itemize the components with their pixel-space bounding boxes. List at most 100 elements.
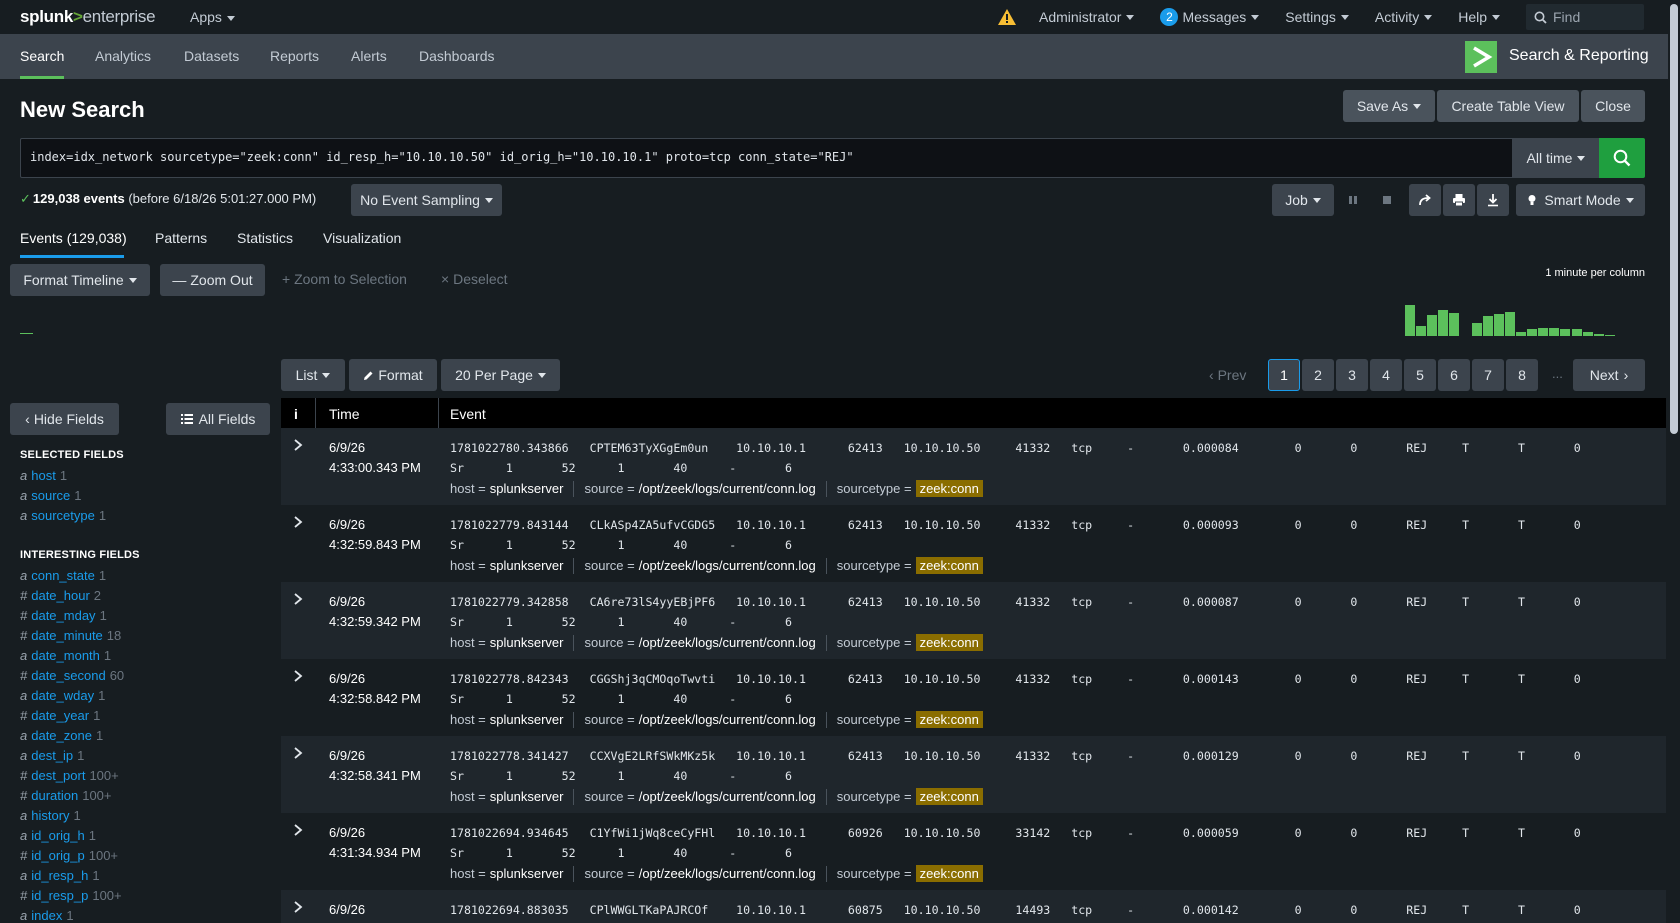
field-name[interactable]: date_second [31, 668, 105, 683]
app-logo[interactable] [1465, 41, 1497, 73]
tab-patterns[interactable]: Patterns [155, 230, 207, 246]
field-name[interactable]: id_orig_p [31, 848, 85, 863]
source-value[interactable]: /opt/zeek/logs/current/conn.log [639, 481, 816, 496]
timeline-bar[interactable] [1427, 315, 1438, 336]
zoom-to-selection-link[interactable]: + Zoom to Selection [282, 271, 407, 287]
nav-alerts[interactable]: Alerts [351, 48, 387, 64]
share-button[interactable] [1409, 184, 1441, 216]
field-name[interactable]: id_resp_p [31, 888, 88, 903]
format-timeline-button[interactable]: Format Timeline [10, 264, 150, 296]
search-button[interactable] [1599, 138, 1645, 178]
timeline-bar[interactable] [1593, 334, 1604, 336]
help-menu[interactable]: Help [1458, 9, 1500, 25]
prev-page-link[interactable]: ‹ Prev [1209, 367, 1246, 383]
field-item-id_orig_p[interactable]: # id_orig_p 100+ [20, 848, 118, 863]
page-7-button[interactable]: 7 [1472, 359, 1504, 391]
page-2-button[interactable]: 2 [1302, 359, 1334, 391]
timeline-bar[interactable] [1538, 328, 1549, 336]
list-view-dropdown[interactable]: List [281, 359, 345, 391]
source-value[interactable]: /opt/zeek/logs/current/conn.log [639, 635, 816, 650]
host-value[interactable]: splunkserver [490, 866, 564, 881]
page-3-button[interactable]: 3 [1336, 359, 1368, 391]
event-row[interactable]: 6/9/26 4:31:34.934 PM 1781022694.934645 C1… [281, 813, 1666, 890]
field-name[interactable]: date_hour [31, 588, 90, 603]
field-item-dest_port[interactable]: # dest_port 100+ [20, 768, 119, 783]
expand-chevron-icon[interactable] [292, 746, 304, 760]
field-item-duration[interactable]: # duration 100+ [20, 788, 112, 803]
field-item-conn_state[interactable]: a conn_state 1 [20, 568, 106, 583]
field-name[interactable]: date_mday [31, 608, 95, 623]
expand-chevron-icon[interactable] [292, 592, 304, 606]
field-name[interactable]: duration [31, 788, 78, 803]
page-8-button[interactable]: 8 [1506, 359, 1538, 391]
zoom-out-button[interactable]: — Zoom Out [160, 264, 265, 296]
field-item-date_month[interactable]: a date_month 1 [20, 648, 111, 663]
event-row[interactable]: 6/9/26 4:32:59.843 PM 1781022779.843144 CL… [281, 505, 1666, 582]
field-item-date_minute[interactable]: # date_minute 18 [20, 628, 121, 643]
timeline-bar[interactable] [1416, 326, 1427, 336]
format-button[interactable]: Format [349, 359, 437, 391]
field-item-date_mday[interactable]: # date_mday 1 [20, 608, 107, 623]
field-name[interactable]: date_wday [31, 688, 94, 703]
field-name[interactable]: date_month [31, 648, 100, 663]
timeline-bar[interactable] [1549, 328, 1560, 336]
timeline-bar[interactable] [1482, 316, 1493, 336]
sourcetype-value[interactable]: zeek:conn [915, 634, 983, 651]
print-button[interactable] [1443, 184, 1475, 216]
host-value[interactable]: splunkserver [490, 712, 564, 727]
timeline-bar[interactable] [1516, 332, 1526, 336]
field-name[interactable]: date_minute [31, 628, 103, 643]
source-value[interactable]: /opt/zeek/logs/current/conn.log [639, 866, 816, 881]
nav-search[interactable]: Search [20, 48, 64, 64]
host-value[interactable]: splunkserver [490, 789, 564, 804]
field-name[interactable]: sourcetype [31, 508, 95, 523]
page-4-button[interactable]: 4 [1370, 359, 1402, 391]
field-item-history[interactable]: a history 1 [20, 808, 81, 823]
pause-button[interactable] [1337, 184, 1369, 216]
job-menu[interactable]: Job [1272, 184, 1334, 216]
apps-menu[interactable]: Apps [190, 9, 235, 25]
event-row[interactable]: 6/9/26 4:32:59.342 PM 1781022779.342858 CA… [281, 582, 1666, 659]
host-value[interactable]: splunkserver [490, 481, 564, 496]
event-row[interactable]: 6/9/26 1781022694.883035 CPlWWGLTKaPAJRCO… [281, 890, 1666, 923]
event-row[interactable]: 6/9/26 4:33:00.343 PM 1781022780.343866 CP… [281, 428, 1666, 505]
host-value[interactable]: splunkserver [490, 558, 564, 573]
event-sampling-dropdown[interactable]: No Event Sampling [351, 184, 502, 216]
timeline-bar[interactable] [1582, 332, 1593, 336]
user-menu[interactable]: Administrator [1039, 9, 1135, 25]
field-item-id_resp_p[interactable]: # id_resp_p 100+ [20, 888, 122, 903]
event-column-header[interactable]: Event [450, 406, 486, 422]
field-name[interactable]: date_zone [31, 728, 92, 743]
sourcetype-value[interactable]: zeek:conn [915, 711, 983, 728]
sourcetype-value[interactable]: zeek:conn [915, 480, 983, 497]
next-page-button[interactable]: Next › [1573, 359, 1645, 391]
page-5-button[interactable]: 5 [1404, 359, 1436, 391]
field-item-source[interactable]: a source 1 [20, 488, 82, 503]
field-item-sourcetype[interactable]: a sourcetype 1 [20, 508, 106, 523]
timeline-bar[interactable] [1527, 329, 1538, 336]
hide-fields-button[interactable]: ‹ Hide Fields [10, 403, 119, 435]
field-item-date_zone[interactable]: a date_zone 1 [20, 728, 103, 743]
nav-reports[interactable]: Reports [270, 48, 319, 64]
stop-button[interactable] [1371, 184, 1403, 216]
nav-datasets[interactable]: Datasets [184, 48, 239, 64]
warning-icon[interactable] [997, 8, 1017, 26]
host-value[interactable]: splunkserver [490, 635, 564, 650]
field-name[interactable]: conn_state [31, 568, 95, 583]
activity-menu[interactable]: Activity [1375, 9, 1433, 25]
field-item-index[interactable]: a index 1 [20, 908, 74, 923]
expand-chevron-icon[interactable] [292, 823, 304, 837]
field-name[interactable]: index [31, 908, 62, 923]
timeline-bar[interactable] [1493, 314, 1504, 336]
search-mode-dropdown[interactable]: Smart Mode [1516, 184, 1645, 216]
nav-analytics[interactable]: Analytics [95, 48, 151, 64]
time-column-header[interactable]: Time [329, 406, 360, 422]
field-name[interactable]: id_resp_h [31, 868, 88, 883]
export-button[interactable] [1477, 184, 1509, 216]
timeline-bar[interactable] [1504, 312, 1515, 336]
event-row[interactable]: 6/9/26 4:32:58.842 PM 1781022778.842343 CG… [281, 659, 1666, 736]
timeline-bar[interactable] [1471, 323, 1482, 336]
field-name[interactable]: dest_port [31, 768, 85, 783]
app-title[interactable]: Search & Reporting [1509, 47, 1649, 65]
field-item-date_hour[interactable]: # date_hour 2 [20, 588, 101, 603]
